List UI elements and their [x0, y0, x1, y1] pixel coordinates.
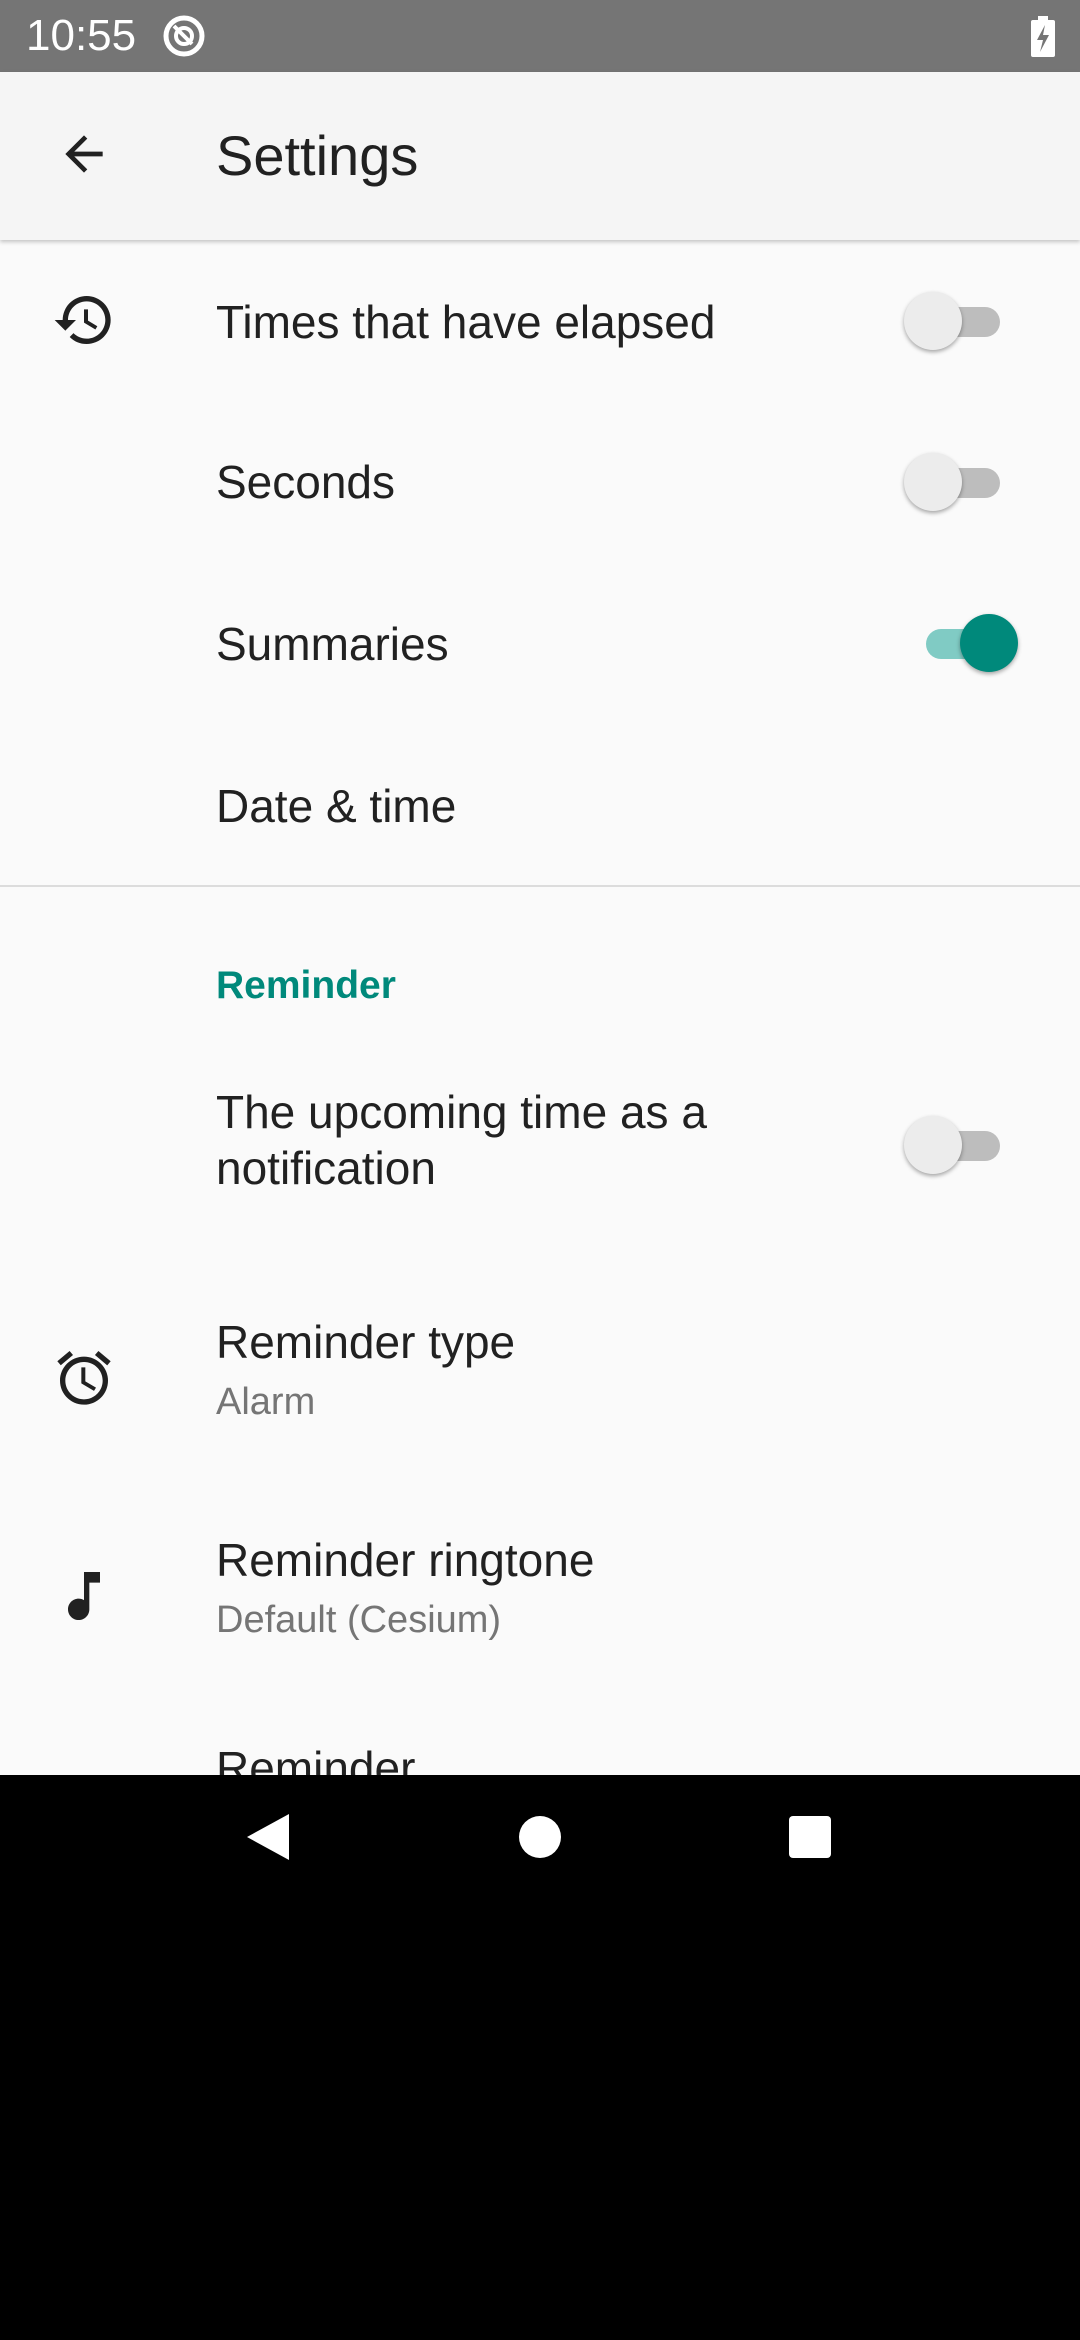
arrow-back-icon [56, 126, 112, 187]
pref-times-elapsed[interactable]: Times that have elapsed [0, 240, 1080, 402]
pref-reminder-partial[interactable]: Reminder [0, 1696, 1080, 1775]
nav-home-button[interactable] [496, 1795, 584, 1883]
nav-recents-icon [787, 1814, 833, 1865]
summaries-switch[interactable] [900, 608, 1030, 678]
category-title-reminder: Reminder [216, 964, 396, 1007]
history-icon [50, 286, 118, 354]
back-button[interactable] [40, 112, 128, 200]
seconds-switch[interactable] [900, 447, 1030, 517]
switch-thumb [904, 292, 962, 350]
pref-title: Seconds [216, 456, 396, 508]
pref-title: Reminder ringtone [216, 1534, 595, 1586]
navigation-bar [0, 1775, 1080, 1901]
at-sign-icon [162, 14, 206, 58]
notification-switch[interactable] [900, 1110, 1030, 1180]
nav-recents-button[interactable] [766, 1795, 854, 1883]
pref-seconds[interactable]: Seconds [0, 402, 1080, 562]
pref-summary: Default (Cesium) [216, 1599, 502, 1641]
switch-thumb [960, 614, 1018, 672]
nav-back-button[interactable] [224, 1795, 312, 1883]
pref-title: Times that have elapsed [216, 296, 716, 348]
nav-back-icon [243, 1810, 293, 1869]
page-title: Settings [216, 124, 419, 187]
status-time: 10:55 [26, 11, 137, 60]
pref-summaries[interactable]: Summaries [0, 562, 1080, 724]
alarm-icon [50, 1344, 118, 1412]
pref-summary: Alarm [216, 1381, 316, 1423]
switch-thumb [904, 1116, 962, 1174]
pref-title: The upcoming time as a notification [216, 1086, 707, 1194]
section-divider [0, 885, 1080, 887]
elapsed-switch[interactable] [900, 286, 1030, 356]
app-bar: Settings [0, 72, 1080, 240]
pref-reminder-ringtone[interactable]: Reminder ringtone Default (Cesium) [0, 1478, 1080, 1696]
nav-home-icon [517, 1814, 563, 1865]
pref-upcoming-notification[interactable]: The upcoming time as a notification [0, 1030, 1080, 1260]
settings-list: Times that have elapsed Seconds Summarie… [0, 240, 1080, 1775]
pref-title: Summaries [216, 618, 449, 670]
pref-date-time[interactable]: Date & time [0, 724, 1080, 886]
music-note-icon [50, 1562, 118, 1630]
screen: 10:55 Settings Times that have elapsed S… [0, 0, 1080, 2340]
pref-reminder-type[interactable]: Reminder type Alarm [0, 1260, 1080, 1478]
pref-title: Reminder [216, 1742, 416, 1775]
status-bar: 10:55 [0, 0, 1080, 72]
pref-title: Reminder type [216, 1316, 516, 1368]
pref-title: Date & time [216, 780, 457, 832]
battery-charging-icon [1030, 16, 1056, 58]
switch-thumb [904, 453, 962, 511]
